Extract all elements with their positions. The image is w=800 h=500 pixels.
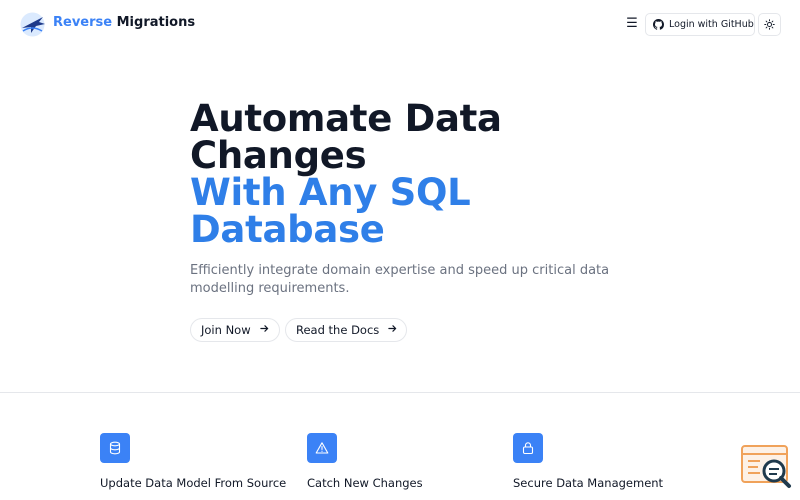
hero-subtitle: Efficiently integrate domain expertise a… — [190, 263, 610, 296]
search-help-icon[interactable] — [740, 443, 792, 489]
site-header: Reverse Migrations ☰ Login with GitHub — [0, 0, 800, 50]
database-icon — [100, 433, 130, 463]
login-github-button[interactable]: Login with GitHub — [645, 13, 755, 36]
lock-icon — [513, 433, 543, 463]
menu-icon[interactable]: ☰ — [624, 15, 640, 33]
join-now-button[interactable]: Join Now — [190, 318, 280, 342]
logo-icon[interactable] — [19, 11, 46, 38]
theme-toggle-button[interactable] — [758, 13, 781, 36]
read-docs-label: Read the Docs — [296, 323, 380, 337]
arrow-right-icon — [388, 324, 397, 336]
hero-title: Automate Data Changes With Any SQL Datab… — [190, 100, 630, 248]
feature-title-update: Update Data Model From Source — [100, 476, 287, 490]
arrow-right-icon — [259, 324, 269, 336]
feature-title-catch: Catch New Changes — [307, 476, 423, 490]
join-now-label: Join Now — [201, 323, 251, 337]
brand-part-migrations: Migrations — [116, 15, 196, 30]
read-docs-button[interactable]: Read the Docs — [285, 318, 407, 342]
hero-title-line-2: Changes — [190, 134, 367, 177]
hero-title-line-3: With Any SQL — [190, 171, 471, 214]
sun-icon — [764, 15, 775, 34]
section-divider — [0, 392, 800, 393]
hero-title-line-4: Database — [190, 208, 385, 251]
login-github-label: Login with GitHub — [669, 19, 754, 30]
brand-name[interactable]: Reverse Migrations — [53, 15, 195, 30]
feature-title-secure: Secure Data Management — [513, 476, 664, 490]
brand-part-reverse: Reverse — [53, 15, 113, 30]
hero-title-line-1: Automate Data — [190, 97, 502, 140]
warning-icon — [307, 433, 337, 463]
github-icon — [653, 15, 664, 34]
